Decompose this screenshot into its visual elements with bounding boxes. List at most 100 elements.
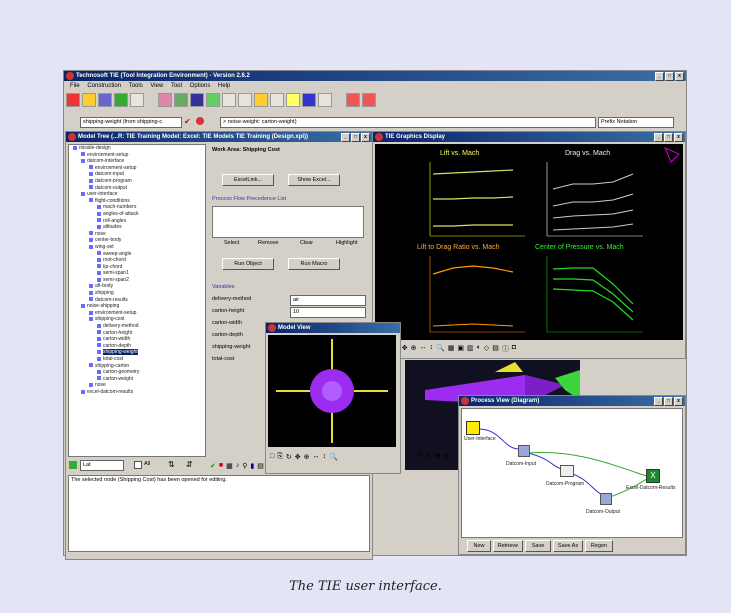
tree-item[interactable]: shipping-carton	[69, 363, 205, 370]
tool-icon-3[interactable]	[190, 93, 204, 107]
close-icon[interactable]: x	[675, 72, 684, 81]
menu-file[interactable]: File	[70, 83, 80, 89]
scale-icon[interactable]: ↕	[322, 453, 326, 461]
menu-construction[interactable]: Construction	[87, 83, 121, 89]
tree-item[interactable]: carton-depth	[69, 343, 205, 350]
collapse-icon[interactable]: ⇵	[186, 460, 193, 469]
save-icon[interactable]: ▤	[492, 344, 499, 354]
fit-icon[interactable]: ↔	[312, 453, 319, 461]
minimize-icon[interactable]: _	[341, 133, 350, 142]
tree-item[interactable]: carton-width	[69, 336, 205, 343]
datcom-program-node-icon[interactable]	[560, 465, 574, 477]
formula-expression-input[interactable]: > noise-weight: carton-weight)	[220, 117, 596, 128]
tree-item[interactable]: excel-datcom-results	[69, 389, 205, 396]
tree-item[interactable]: missile-design	[69, 145, 205, 152]
rotate-icon[interactable]: ↻	[286, 453, 292, 461]
tree-item[interactable]: carton-height	[69, 330, 205, 337]
datcom-output-node-icon[interactable]	[600, 493, 612, 505]
lock-icon[interactable]	[69, 461, 77, 469]
variable-value-field[interactable]: 10	[290, 307, 366, 318]
tree-item[interactable]: flight-conditions	[69, 198, 205, 205]
tree-item[interactable]: roll-angles	[69, 218, 205, 225]
tree-item[interactable]: nose	[69, 231, 205, 238]
minimize-icon[interactable]: _	[654, 133, 663, 142]
tool-icon-1[interactable]	[158, 93, 172, 107]
print-icon[interactable]	[130, 93, 144, 107]
tree-item[interactable]: sweep-angle	[69, 251, 205, 258]
all-checkbox[interactable]	[134, 461, 142, 469]
table-icon[interactable]: ▤	[257, 462, 264, 472]
tree-item[interactable]: environment-setup	[69, 310, 205, 317]
menu-tool[interactable]: Tool	[171, 83, 182, 89]
tree-item[interactable]: altitudes	[69, 224, 205, 231]
filter-select[interactable]: Lat	[80, 460, 124, 471]
pan-icon[interactable]: ✥	[295, 453, 301, 461]
new-button[interactable]: New	[467, 540, 491, 552]
tool-icon-6[interactable]	[238, 93, 252, 107]
menu-options[interactable]: Options	[190, 83, 211, 89]
pan-icon[interactable]: ✥	[435, 452, 441, 460]
close-icon[interactable]: x	[674, 133, 683, 142]
tree-item[interactable]: aft-body	[69, 283, 205, 290]
highlight-link[interactable]: Highlight	[336, 240, 357, 246]
excel-link-button[interactable]: ExcelLink...	[222, 174, 274, 186]
tree-item[interactable]: shipping-weight	[69, 349, 205, 356]
model-view-canvas[interactable]	[268, 335, 396, 447]
tree-item[interactable]: mach-numbers	[69, 204, 205, 211]
select-icon[interactable]: □	[270, 453, 274, 461]
close-icon[interactable]: x	[674, 397, 683, 406]
tree-item[interactable]: angles-of-attack	[69, 211, 205, 218]
tool-icon-11[interactable]	[318, 93, 332, 107]
tree-item[interactable]: datcom-program	[69, 178, 205, 185]
tree-item[interactable]: total-cost	[69, 356, 205, 363]
maximize-icon[interactable]: □	[351, 133, 360, 142]
tree-item[interactable]: nose	[69, 382, 205, 389]
rotate-icon[interactable]: ↻	[426, 452, 432, 460]
minimize-icon[interactable]: _	[655, 72, 664, 81]
stop-icon[interactable]: ■	[219, 462, 223, 472]
maximize-icon[interactable]: □	[665, 72, 674, 81]
tree-item[interactable]: datcom-results	[69, 297, 205, 304]
tree-item[interactable]: shipping-cost	[69, 316, 205, 323]
camera-icon[interactable]: ◘	[512, 344, 516, 354]
tree-item[interactable]: semi-span1	[69, 270, 205, 277]
link-icon[interactable]: ⚲	[242, 462, 247, 472]
ppl-list[interactable]	[212, 206, 364, 238]
zoom-in-icon[interactable]: 🔍	[329, 453, 338, 461]
box-icon[interactable]: ▣	[457, 344, 464, 354]
maximize-icon[interactable]: □	[664, 397, 673, 406]
tree-item[interactable]: tip-chord	[69, 264, 205, 271]
retrieve-button[interactable]: Retrieve	[493, 540, 523, 552]
zoom-icon[interactable]: ⊕	[411, 344, 417, 354]
zoom-icon[interactable]: ⊕	[304, 453, 310, 461]
grid-icon[interactable]: ▦	[226, 462, 233, 472]
scale-icon[interactable]: ↕	[429, 344, 433, 354]
info-icon[interactable]: ⓘ	[502, 344, 509, 354]
check-icon[interactable]: ✔	[210, 462, 216, 472]
tree-item[interactable]: semi-span2	[69, 277, 205, 284]
select-link[interactable]: Select	[224, 240, 239, 246]
save-as-button[interactable]: Save As	[553, 540, 583, 552]
expand-icon[interactable]: ⇅	[168, 460, 175, 469]
open-icon[interactable]	[82, 93, 96, 107]
tree-item[interactable]: root-chord	[69, 257, 205, 264]
excel-icon[interactable]: X	[646, 469, 660, 483]
tool-icon-10[interactable]	[302, 93, 316, 107]
tool-icon-9[interactable]	[286, 93, 300, 107]
process-diagram[interactable]: User-Interface Datcom-Input Datcom-Progr…	[461, 408, 683, 538]
chart-icon[interactable]: ▥	[467, 344, 474, 354]
note-icon[interactable]: ♪	[236, 462, 240, 472]
tree-item[interactable]: wing-set	[69, 244, 205, 251]
datcom-input-node-icon[interactable]	[518, 445, 530, 457]
run-object-button[interactable]: Run Object	[222, 258, 274, 270]
menu-tools[interactable]: Tools	[129, 83, 143, 89]
tool-icon-12[interactable]	[346, 93, 360, 107]
tree-item[interactable]: center-body	[69, 237, 205, 244]
tool-icon-7[interactable]	[254, 93, 268, 107]
tree-item[interactable]: noise-shipping	[69, 303, 205, 310]
cancel-icon[interactable]	[196, 117, 204, 125]
grid-icon[interactable]: ▦	[448, 344, 455, 354]
light-icon[interactable]: ◐	[477, 344, 481, 354]
maximize-icon[interactable]: □	[664, 133, 673, 142]
new-icon[interactable]	[66, 93, 80, 107]
